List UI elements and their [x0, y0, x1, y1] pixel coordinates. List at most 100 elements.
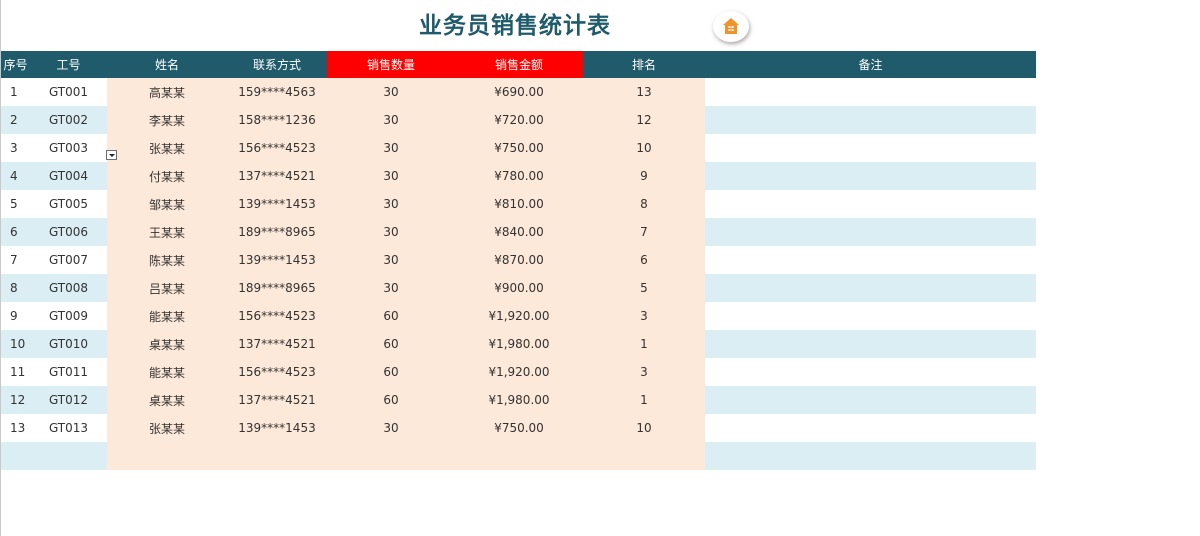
cell-contact[interactable]: 139****1453: [227, 246, 327, 274]
cell-seq[interactable]: 13: [1, 414, 30, 442]
cell-name[interactable]: 桌某某: [107, 386, 227, 414]
cell-note[interactable]: [705, 162, 1036, 190]
cell-id[interactable]: GT004: [30, 162, 107, 190]
cell-qty[interactable]: 30: [327, 274, 455, 302]
cell-name[interactable]: 吕某某: [107, 274, 227, 302]
cell-seq[interactable]: 1: [1, 78, 30, 106]
cell-id[interactable]: GT005: [30, 190, 107, 218]
dropdown-arrow-icon[interactable]: [106, 150, 117, 160]
cell-amount[interactable]: [455, 442, 583, 470]
cell-amount[interactable]: ¥750.00: [455, 414, 583, 442]
cell-name[interactable]: 能某某: [107, 358, 227, 386]
cell-note[interactable]: [705, 358, 1036, 386]
cell-qty[interactable]: 30: [327, 162, 455, 190]
cell-id[interactable]: [30, 442, 107, 470]
cell-note[interactable]: [705, 442, 1036, 470]
cell-qty[interactable]: 60: [327, 358, 455, 386]
cell-contact[interactable]: 156****4523: [227, 134, 327, 162]
cell-name[interactable]: 邹某某: [107, 190, 227, 218]
header-rank[interactable]: 排名: [583, 51, 705, 78]
cell-id[interactable]: GT008: [30, 274, 107, 302]
cell-id[interactable]: GT013: [30, 414, 107, 442]
cell-amount[interactable]: ¥1,920.00: [455, 358, 583, 386]
cell-qty[interactable]: 30: [327, 106, 455, 134]
cell-contact[interactable]: 139****1453: [227, 190, 327, 218]
cell-rank[interactable]: 5: [583, 274, 705, 302]
cell-qty[interactable]: 60: [327, 330, 455, 358]
cell-contact[interactable]: 137****4521: [227, 386, 327, 414]
cell-id[interactable]: GT009: [30, 302, 107, 330]
cell-qty[interactable]: 30: [327, 218, 455, 246]
cell-rank[interactable]: 10: [583, 134, 705, 162]
home-button[interactable]: [713, 11, 749, 42]
header-qty[interactable]: 销售数量: [327, 51, 455, 78]
cell-seq[interactable]: [1, 442, 30, 470]
cell-name[interactable]: 李某某: [107, 106, 227, 134]
cell-rank[interactable]: 1: [583, 330, 705, 358]
cell-qty[interactable]: 30: [327, 246, 455, 274]
cell-note[interactable]: [705, 274, 1036, 302]
cell-qty[interactable]: 60: [327, 302, 455, 330]
cell-amount[interactable]: ¥1,920.00: [455, 302, 583, 330]
cell-qty[interactable]: 30: [327, 190, 455, 218]
cell-note[interactable]: [705, 302, 1036, 330]
cell-contact[interactable]: 137****4521: [227, 330, 327, 358]
cell-contact[interactable]: 137****4521: [227, 162, 327, 190]
cell-qty[interactable]: 60: [327, 386, 455, 414]
cell-note[interactable]: [705, 218, 1036, 246]
cell-seq[interactable]: 5: [1, 190, 30, 218]
cell-contact[interactable]: 189****8965: [227, 274, 327, 302]
cell-amount[interactable]: ¥750.00: [455, 134, 583, 162]
cell-seq[interactable]: 8: [1, 274, 30, 302]
cell-id[interactable]: GT001: [30, 78, 107, 106]
cell-name[interactable]: 能某某: [107, 302, 227, 330]
header-amount[interactable]: 销售金额: [455, 51, 583, 78]
cell-qty[interactable]: [327, 442, 455, 470]
cell-note[interactable]: [705, 414, 1036, 442]
cell-name[interactable]: 王某某: [107, 218, 227, 246]
cell-seq[interactable]: 3: [1, 134, 30, 162]
cell-contact[interactable]: 156****4523: [227, 358, 327, 386]
cell-id[interactable]: GT012: [30, 386, 107, 414]
cell-rank[interactable]: 3: [583, 358, 705, 386]
cell-amount[interactable]: ¥840.00: [455, 218, 583, 246]
cell-rank[interactable]: 10: [583, 414, 705, 442]
cell-seq[interactable]: 10: [1, 330, 30, 358]
cell-contact[interactable]: 156****4523: [227, 302, 327, 330]
cell-amount[interactable]: ¥810.00: [455, 190, 583, 218]
cell-name[interactable]: [107, 442, 227, 470]
header-name[interactable]: 姓名: [107, 51, 227, 78]
cell-contact[interactable]: 189****8965: [227, 218, 327, 246]
cell-contact[interactable]: 158****1236: [227, 106, 327, 134]
cell-contact[interactable]: 139****1453: [227, 414, 327, 442]
cell-note[interactable]: [705, 78, 1036, 106]
cell-note[interactable]: [705, 190, 1036, 218]
cell-rank[interactable]: 9: [583, 162, 705, 190]
cell-seq[interactable]: 11: [1, 358, 30, 386]
cell-id[interactable]: GT010: [30, 330, 107, 358]
cell-note[interactable]: [705, 246, 1036, 274]
cell-name[interactable]: 陈某某: [107, 246, 227, 274]
cell-rank[interactable]: 1: [583, 386, 705, 414]
cell-note[interactable]: [705, 330, 1036, 358]
cell-name[interactable]: 高某某: [107, 78, 227, 106]
cell-seq[interactable]: 9: [1, 302, 30, 330]
cell-qty[interactable]: 30: [327, 78, 455, 106]
cell-seq[interactable]: 7: [1, 246, 30, 274]
cell-amount[interactable]: ¥870.00: [455, 246, 583, 274]
cell-seq[interactable]: 12: [1, 386, 30, 414]
cell-name[interactable]: 张某某: [107, 134, 227, 162]
cell-seq[interactable]: 4: [1, 162, 30, 190]
cell-rank[interactable]: 13: [583, 78, 705, 106]
cell-rank[interactable]: 12: [583, 106, 705, 134]
header-seq[interactable]: 序号: [1, 51, 30, 78]
cell-id[interactable]: GT011: [30, 358, 107, 386]
cell-id[interactable]: GT002: [30, 106, 107, 134]
cell-contact[interactable]: [227, 442, 327, 470]
cell-id[interactable]: GT003: [30, 134, 107, 162]
cell-contact[interactable]: 159****4563: [227, 78, 327, 106]
cell-note[interactable]: [705, 134, 1036, 162]
cell-amount[interactable]: ¥690.00: [455, 78, 583, 106]
cell-id[interactable]: GT006: [30, 218, 107, 246]
cell-amount[interactable]: ¥1,980.00: [455, 386, 583, 414]
